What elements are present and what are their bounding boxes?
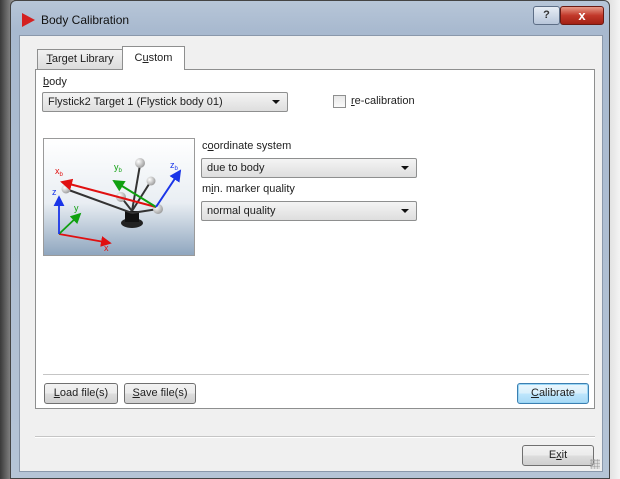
custom-tab-panel: body Flystick2 Target 1 (Flystick body 0… xyxy=(35,69,595,409)
chevron-down-icon xyxy=(401,209,409,213)
load-files-button[interactable]: Load file(s) xyxy=(44,383,118,404)
load-files-label: oad file(s) xyxy=(59,387,109,399)
tab-target-library-label: arget Library xyxy=(51,53,114,65)
marker-quality-label: min. marker quality xyxy=(202,183,295,195)
calibrate-button[interactable]: Calibrate xyxy=(517,383,589,404)
panel-separator xyxy=(43,374,589,376)
title-bar[interactable]: Body Calibration ? x xyxy=(11,1,609,35)
calibrate-label: alibrate xyxy=(538,387,576,399)
tab-custom[interactable]: Custom xyxy=(122,46,185,70)
dialog-separator xyxy=(35,436,595,438)
app-logo-icon xyxy=(22,13,35,27)
body-select[interactable]: Flystick2 Target 1 (Flystick body 01) xyxy=(42,92,288,112)
recalibration-label-text: e-calibration xyxy=(354,95,415,107)
axis-z-label: z xyxy=(52,187,57,197)
coordinate-diagram-svg: xb yb zb z y x xyxy=(44,139,194,255)
chevron-down-icon xyxy=(272,100,280,104)
axis-x-label: x xyxy=(104,243,109,253)
marker-quality-value: normal quality xyxy=(207,205,276,217)
tab-custom-label-end: stom xyxy=(148,52,173,64)
exit-button[interactable]: Exit xyxy=(522,445,594,466)
recalibration-label[interactable]: re-calibration xyxy=(351,95,415,107)
exit-label-end: it xyxy=(561,449,568,461)
close-button[interactable]: x xyxy=(560,6,604,25)
axis-y-label: y xyxy=(74,203,79,213)
save-files-button[interactable]: Save file(s) xyxy=(124,383,196,404)
recalibration-checkbox[interactable] xyxy=(333,95,346,108)
tab-target-library[interactable]: Target Library xyxy=(37,49,123,69)
body-label-text: ody xyxy=(49,76,67,88)
coordinate-system-label: coordinate system xyxy=(202,140,291,152)
calibrate-mnemonic: C xyxy=(530,387,539,399)
help-button[interactable]: ? xyxy=(533,6,560,25)
dialog-client-area: Target Library Custom body Flystick2 Tar… xyxy=(19,35,603,472)
coordinate-system-select[interactable]: due to body xyxy=(201,158,417,178)
body-select-value: Flystick2 Target 1 (Flystick body 01) xyxy=(48,96,223,108)
save-files-label: ave file(s) xyxy=(139,387,188,399)
resize-grip[interactable] xyxy=(590,459,600,469)
chevron-down-icon xyxy=(401,166,409,170)
save-files-mnemonic: S xyxy=(132,387,140,399)
marker-quality-select[interactable]: normal quality xyxy=(201,201,417,221)
coordinate-system-value: due to body xyxy=(207,162,265,174)
marker-quality-label-end: n. marker quality xyxy=(213,183,295,195)
body-calibration-dialog: Body Calibration ? x Target Library Cust… xyxy=(10,0,610,479)
window-title: Body Calibration xyxy=(41,13,130,27)
coordinate-system-label-end: ordinate system xyxy=(213,140,292,152)
body-label: body xyxy=(43,76,67,88)
body-coordinate-illustration: xb yb zb z y x xyxy=(43,138,195,256)
marker-quality-label-start: m xyxy=(202,183,212,195)
